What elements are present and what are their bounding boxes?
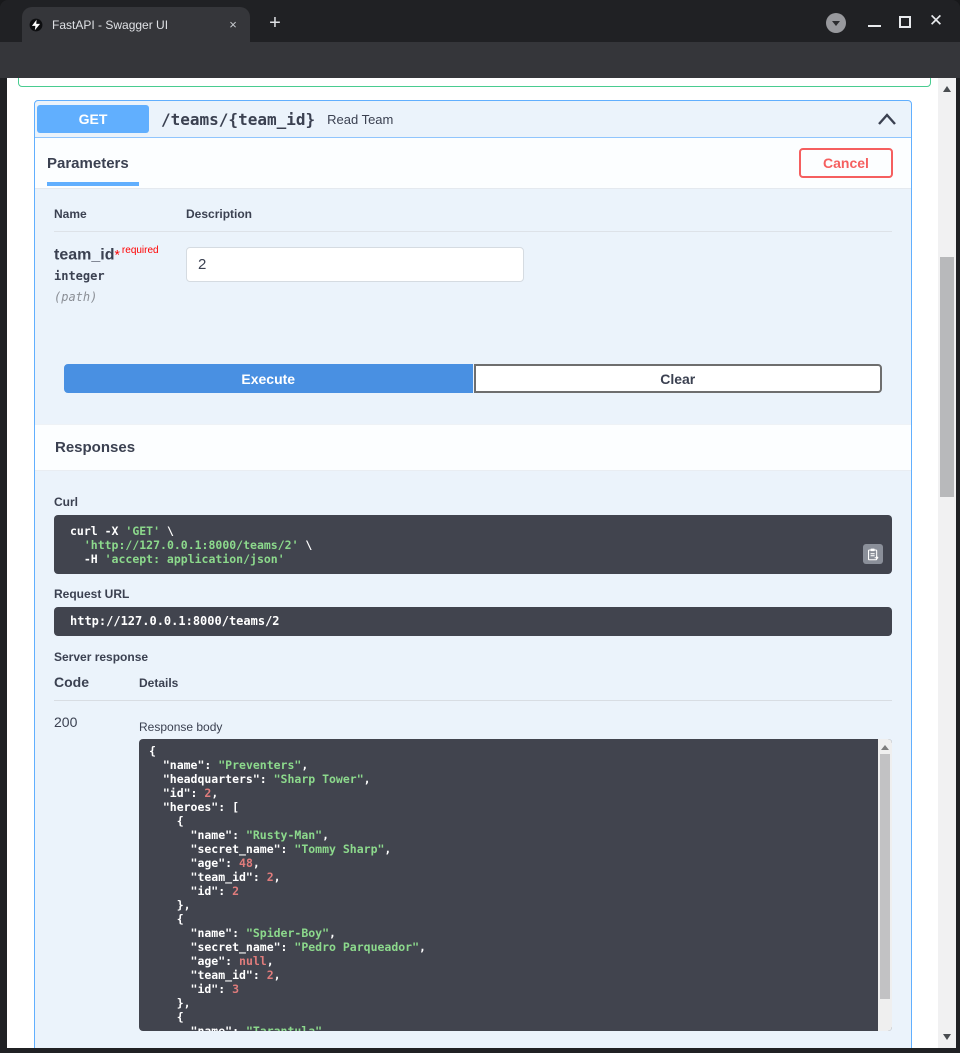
request-url-label: Request URL xyxy=(54,587,892,601)
parameter-name-cell: team_id*required integer (path) xyxy=(54,245,186,304)
column-details: Details xyxy=(139,674,178,690)
page-content: GET /teams/{team_id} Read Team Parameter… xyxy=(7,78,956,1048)
request-url-block: http://127.0.0.1:8000/teams/2 xyxy=(54,607,892,636)
window-close-button[interactable]: ✕ xyxy=(926,11,946,31)
endpoint-header[interactable]: GET /teams/{team_id} Read Team xyxy=(35,101,911,138)
parameter-name: team_id xyxy=(54,246,114,263)
method-badge: GET xyxy=(37,105,149,133)
parameter-location: (path) xyxy=(54,290,186,304)
execute-button-group: Execute Clear xyxy=(64,364,882,393)
parameters-tab-underline xyxy=(47,182,139,186)
column-name: Name xyxy=(54,207,186,221)
parameter-type: integer xyxy=(54,269,186,283)
scroll-up-arrow-icon[interactable] xyxy=(881,745,889,750)
curl-command: curl -X 'GET' \ 'http://127.0.0.1:8000/t… xyxy=(70,524,876,566)
response-body-scrollbar[interactable] xyxy=(878,739,892,1031)
server-response-table: Code Details 200 Response body { "name":… xyxy=(54,668,892,1031)
browser-tab[interactable]: FastAPI - Swagger UI × xyxy=(22,7,250,42)
fastapi-favicon-icon xyxy=(29,18,43,32)
page-scrollbar[interactable] xyxy=(938,78,956,1048)
response-body-block: { "name": "Preventers", "headquarters": … xyxy=(139,739,892,1031)
chevron-down-icon xyxy=(832,21,840,26)
required-asterisk: * xyxy=(114,246,119,262)
browser-toolbar: 127.0.0.1:8000/docs#/default/read_team_t… xyxy=(0,42,960,78)
execute-button[interactable]: Execute xyxy=(64,364,473,393)
collapse-chevron-icon[interactable] xyxy=(877,112,897,126)
server-response-label: Server response xyxy=(54,650,892,664)
tab-search-button[interactable] xyxy=(826,13,846,33)
clipboard-icon xyxy=(867,548,879,561)
window-minimize-button[interactable] xyxy=(868,25,881,27)
parameter-row: team_id*required integer (path) xyxy=(54,232,892,304)
responses-section-header: Responses xyxy=(35,424,911,471)
tab-title: FastAPI - Swagger UI xyxy=(52,18,224,32)
required-label: required xyxy=(122,245,159,256)
response-details-cell: Response body { "name": "Preventers", "h… xyxy=(139,714,892,1031)
responses-body: Curl curl -X 'GET' \ 'http://127.0.0.1:8… xyxy=(35,471,911,1031)
tab-close-icon[interactable]: × xyxy=(224,16,242,34)
response-body-json: { "name": "Preventers", "headquarters": … xyxy=(149,744,868,1031)
get-endpoint-block: GET /teams/{team_id} Read Team Parameter… xyxy=(34,100,912,1048)
parameter-value-cell xyxy=(186,245,524,304)
parameters-section-header: Parameters Cancel xyxy=(35,138,911,189)
response-row: 200 Response body { "name": "Preventers"… xyxy=(54,701,892,1031)
parameters-columns: Name Description xyxy=(54,207,892,232)
column-description: Description xyxy=(186,207,252,221)
page-scroll-up-icon[interactable] xyxy=(943,86,951,92)
team-id-input[interactable] xyxy=(186,247,524,282)
response-body-label: Response body xyxy=(139,714,892,734)
response-columns: Code Details xyxy=(54,668,892,701)
clear-button[interactable]: Clear xyxy=(474,364,883,393)
endpoint-path: /teams/{team_id} xyxy=(161,110,315,129)
curl-label: Curl xyxy=(54,495,892,509)
page-scrollbar-thumb[interactable] xyxy=(940,257,954,497)
browser-window: FastAPI - Swagger UI × + ✕ 127.0.0.1:800… xyxy=(0,0,960,1053)
previous-endpoint-edge xyxy=(18,78,931,87)
window-maximize-button[interactable] xyxy=(899,16,911,28)
endpoint-summary: Read Team xyxy=(327,112,877,127)
status-code: 200 xyxy=(54,714,139,1031)
curl-command-block: curl -X 'GET' \ 'http://127.0.0.1:8000/t… xyxy=(54,515,892,574)
column-code: Code xyxy=(54,674,139,690)
copy-to-clipboard-button[interactable] xyxy=(863,544,883,564)
parameters-table: Name Description team_id*required intege… xyxy=(35,189,911,304)
cancel-button[interactable]: Cancel xyxy=(799,148,893,178)
new-tab-button[interactable]: + xyxy=(262,11,288,37)
response-scrollbar-thumb[interactable] xyxy=(880,754,890,999)
responses-title: Responses xyxy=(55,439,135,456)
page-scroll-down-icon[interactable] xyxy=(943,1034,951,1040)
parameters-title: Parameters xyxy=(47,155,129,172)
tab-bar: FastAPI - Swagger UI × + ✕ xyxy=(0,0,960,42)
